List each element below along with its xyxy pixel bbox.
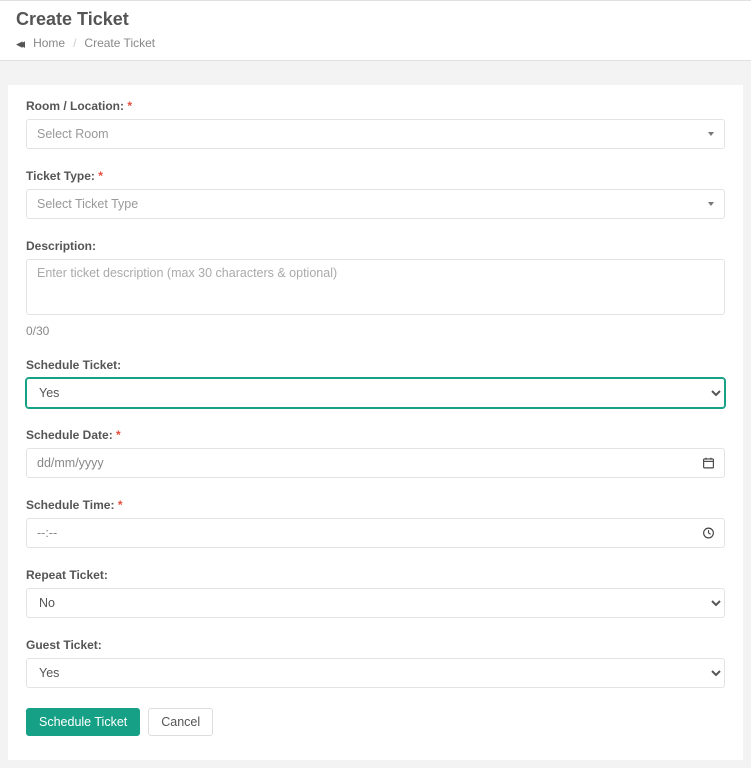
required-mark: *: [98, 169, 103, 183]
repeat-ticket-select[interactable]: No: [26, 588, 725, 618]
breadcrumb-current: Create Ticket: [84, 36, 155, 50]
form-card: Room / Location: * Select Room Ticket Ty…: [8, 85, 743, 760]
schedule-date-label: Schedule Date: *: [26, 428, 725, 442]
repeat-ticket-label: Repeat Ticket:: [26, 568, 725, 582]
description-counter: 0/30: [26, 324, 725, 338]
page-title: Create Ticket: [16, 9, 735, 30]
required-mark: *: [116, 428, 121, 442]
ticket-type-label: Ticket Type: *: [26, 169, 725, 183]
breadcrumb-home[interactable]: Home: [33, 36, 65, 50]
button-row: Schedule Ticket Cancel: [26, 708, 725, 736]
cancel-button[interactable]: Cancel: [148, 708, 213, 736]
required-mark: *: [118, 498, 123, 512]
schedule-time-label: Schedule Time: *: [26, 498, 725, 512]
room-select-value: Select Room: [37, 127, 109, 141]
ticket-type-select-value: Select Ticket Type: [37, 197, 138, 211]
description-label: Description:: [26, 239, 725, 253]
room-label: Room / Location: *: [26, 99, 725, 113]
room-select[interactable]: Select Room: [26, 119, 725, 149]
schedule-date-input[interactable]: [26, 448, 725, 478]
guest-ticket-select[interactable]: Yes: [26, 658, 725, 688]
schedule-ticket-select[interactable]: Yes: [26, 378, 725, 408]
schedule-ticket-label: Schedule Ticket:: [26, 358, 725, 372]
chevron-down-icon: [708, 202, 714, 206]
description-input[interactable]: [26, 259, 725, 315]
ticket-type-select[interactable]: Select Ticket Type: [26, 189, 725, 219]
chevron-down-icon: [708, 132, 714, 136]
back-icon[interactable]: ◂◂: [16, 37, 21, 50]
breadcrumb: ◂◂ Home / Create Ticket: [16, 36, 735, 50]
page-header: Create Ticket ◂◂ Home / Create Ticket: [0, 0, 751, 61]
breadcrumb-separator: /: [73, 36, 76, 50]
guest-ticket-label: Guest Ticket:: [26, 638, 725, 652]
required-mark: *: [127, 99, 132, 113]
schedule-ticket-button[interactable]: Schedule Ticket: [26, 708, 140, 736]
schedule-time-input[interactable]: [26, 518, 725, 548]
